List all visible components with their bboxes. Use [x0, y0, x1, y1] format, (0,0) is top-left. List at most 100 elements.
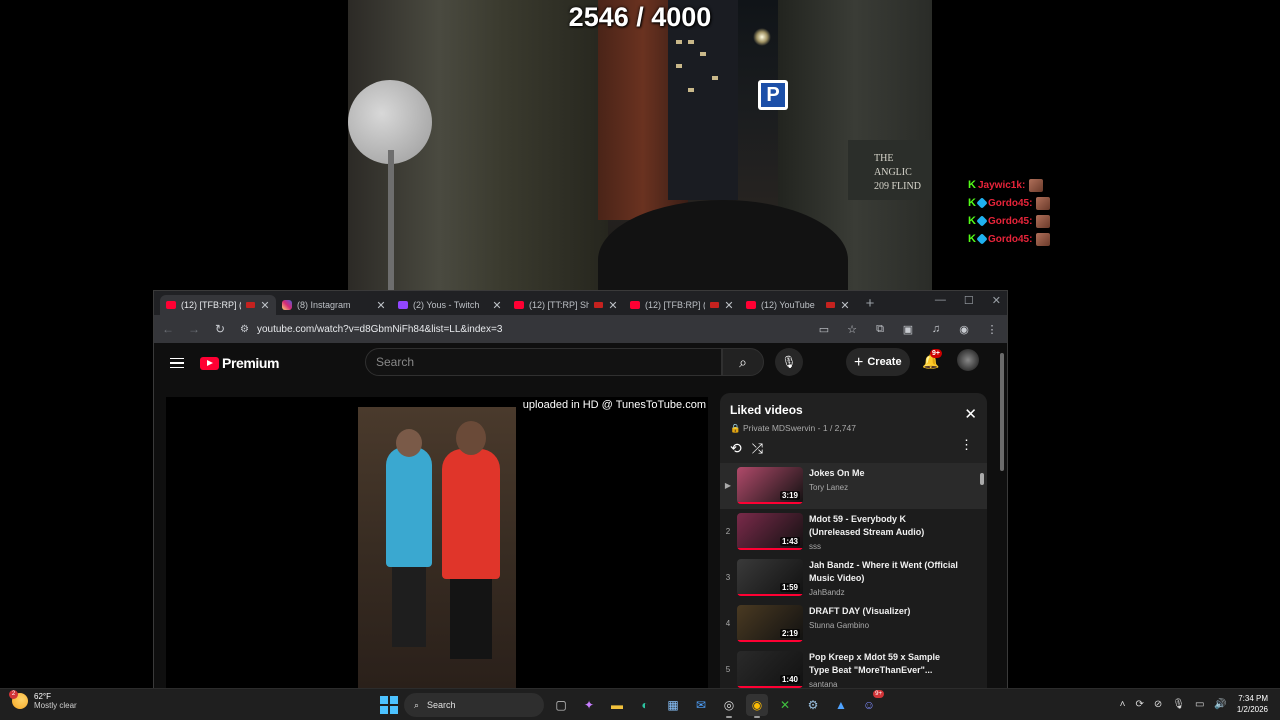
playlist-item-channel[interactable]: Stunna Gambino: [809, 621, 959, 630]
playlist-item-index: ▶: [724, 481, 732, 490]
close-tab-icon[interactable]: ✕: [840, 299, 850, 312]
playlist-item[interactable]: 5 1:40 Pop Kreep x Mdot 59 x Sample Type B…: [720, 647, 987, 689]
playlist-header: Liked videos 🔒 Private MDSwervin - 1 / 2…: [720, 393, 987, 463]
new-tab-button[interactable]: +: [860, 295, 880, 312]
url-field[interactable]: ⚙ youtube.com/watch?v=d8GbmNiFh84&list=L…: [240, 324, 803, 335]
reload-icon[interactable]: ↻: [214, 322, 226, 336]
playlist-owner[interactable]: MDSwervin: [772, 423, 815, 433]
recording-icon: [246, 302, 255, 308]
search-input[interactable]: Search: [365, 348, 722, 376]
store-icon[interactable]: ▦: [662, 694, 684, 716]
browser-tab[interactable]: (8) Instagram ✕: [276, 295, 392, 315]
playlist-scrollbar[interactable]: [979, 463, 985, 689]
volume-icon[interactable]: 🔊: [1214, 699, 1226, 710]
obs-icon[interactable]: ◎: [718, 694, 740, 718]
clock-time: 7:34 PM: [1238, 694, 1268, 703]
weather-condition: Mostly clear: [34, 701, 77, 710]
edge-icon[interactable]: ◐: [634, 694, 656, 716]
playlist-item[interactable]: 3 1:59 Jah Bandz - Where it Went (Official…: [720, 555, 987, 601]
youtube-premium-logo[interactable]: Premium: [200, 355, 280, 371]
forward-arrow-icon[interactable]: →: [188, 322, 200, 336]
task-view-icon[interactable]: ▢: [550, 694, 572, 716]
playlist-title[interactable]: Liked videos: [730, 403, 977, 417]
create-button[interactable]: + Create: [846, 348, 910, 376]
chrome-icon[interactable]: ◉: [746, 694, 768, 718]
mail-icon[interactable]: ✉: [690, 694, 712, 716]
sub-badge-icon: [976, 233, 988, 245]
playlist-item[interactable]: 2 1:43 Mdot 59 - Everybody K (Unreleased S…: [720, 509, 987, 555]
playlist-sep: -: [817, 423, 821, 433]
search-icon[interactable]: ⌕: [722, 348, 764, 376]
playlist-item-channel[interactable]: sss: [809, 542, 959, 551]
browser-menu-icon[interactable]: ⋮: [985, 323, 999, 336]
steam-icon[interactable]: ⚙: [802, 694, 824, 716]
microphone-icon[interactable]: 🎙: [775, 348, 803, 376]
close-tab-icon[interactable]: ✕: [608, 299, 618, 312]
windows-start-icon[interactable]: [380, 696, 398, 714]
playlist-item-thumbnail[interactable]: 1:40: [737, 651, 803, 688]
hamburger-menu-icon[interactable]: [170, 355, 184, 372]
playlist-subtitle: 🔒 Private MDSwervin - 1 / 2,747: [730, 423, 977, 434]
profile-icon[interactable]: ◉: [957, 323, 971, 336]
temperature: 62°F: [34, 692, 51, 701]
playlist-item[interactable]: ▶ 3:19 Jokes On Me Tory Lanez: [720, 463, 987, 509]
close-tab-icon[interactable]: ✕: [724, 299, 734, 312]
parking-sign: P: [758, 80, 788, 110]
playlist-item-channel[interactable]: JahBandz: [809, 588, 959, 597]
microphone-tray-icon[interactable]: 🎙: [1172, 699, 1185, 710]
extensions-icon[interactable]: ⧉: [873, 323, 887, 336]
goal-counter: 2546 / 4000: [568, 2, 712, 32]
close-tab-icon[interactable]: ✕: [260, 299, 270, 312]
playlist-item-title[interactable]: Pop Kreep x Mdot 59 x Sample Type Beat "…: [809, 651, 959, 677]
minimize-icon[interactable]: —: [935, 294, 946, 307]
copilot-icon[interactable]: ✦: [578, 694, 600, 716]
browser-tab[interactable]: (12) [TT:RP] Sh ✕: [508, 295, 624, 315]
cast-icon[interactable]: ▭: [817, 323, 831, 336]
avatar[interactable]: [957, 349, 979, 371]
media-controls-icon[interactable]: ♫: [929, 323, 943, 335]
playlist-item-thumbnail[interactable]: 1:59: [737, 559, 803, 596]
playlist-item-title[interactable]: Jokes On Me: [809, 467, 959, 480]
browser-tab[interactable]: (2) Yous - Twitch ✕: [392, 295, 508, 315]
browser-tab[interactable]: (12) [TFB:RP] (K ✕: [624, 295, 740, 315]
close-icon[interactable]: ✕: [964, 405, 977, 423]
file-explorer-icon[interactable]: ▬: [606, 694, 628, 716]
playlist-item-title[interactable]: Mdot 59 - Everybody K (Unreleased Stream…: [809, 513, 959, 539]
back-arrow-icon[interactable]: ←: [162, 322, 174, 336]
chevron-up-icon[interactable]: ˄: [1120, 699, 1126, 710]
network-icon[interactable]: ▭: [1195, 699, 1204, 710]
discord-icon[interactable]: ☺ 9+: [858, 690, 884, 716]
browser-tab[interactable]: (12) YouTube ✕: [740, 295, 856, 315]
more-options-icon[interactable]: ⋮: [960, 437, 973, 453]
weather-widget[interactable]: 2 62°F Mostly clear: [9, 690, 77, 710]
shuffle-icon[interactable]: ⤮: [752, 440, 763, 457]
watch-progress: [737, 640, 803, 642]
playlist-item-thumbnail[interactable]: 2:19: [737, 605, 803, 642]
sign-pole: [388, 150, 394, 290]
loop-icon[interactable]: ⟲: [730, 440, 742, 457]
close-window-icon[interactable]: ✕: [992, 294, 1001, 307]
playlist-item-channel[interactable]: Tory Lanez: [809, 483, 959, 492]
close-tab-icon[interactable]: ✕: [492, 299, 502, 312]
playlist-item-thumbnail[interactable]: 1:43: [737, 513, 803, 550]
photos-icon[interactable]: ▲: [830, 694, 852, 716]
xbox-icon[interactable]: ✕: [774, 694, 796, 716]
playlist-item[interactable]: 4 2:19 DRAFT DAY (Visualizer) Stunna Gambin…: [720, 601, 987, 647]
site-info-icon[interactable]: ⚙: [240, 324, 249, 335]
browser-tab[interactable]: (12) [TFB:RP] (K ✕: [160, 295, 276, 315]
chat-separator: :: [1021, 179, 1026, 191]
video-player[interactable]: uploaded in HD @ TunesToTube.com: [166, 397, 708, 689]
plus-icon: +: [854, 354, 864, 371]
clock[interactable]: 7:34 PM 1/2/2026: [1237, 693, 1268, 715]
bookmark-star-icon[interactable]: ☆: [845, 323, 859, 336]
maximize-icon[interactable]: ☐: [964, 294, 974, 307]
taskbar-search[interactable]: ⌕ Search: [404, 693, 544, 717]
page-scrollbar[interactable]: [999, 343, 1005, 689]
playlist-item-thumbnail[interactable]: 3:19: [737, 467, 803, 504]
tab-search-icon[interactable]: ▣: [901, 323, 915, 336]
playlist-item-title[interactable]: DRAFT DAY (Visualizer): [809, 605, 959, 618]
sync-icon[interactable]: ⟳: [1135, 699, 1143, 710]
vpn-icon[interactable]: ⊘: [1154, 699, 1162, 710]
playlist-item-title[interactable]: Jah Bandz - Where it Went (Official Musi…: [809, 559, 959, 585]
close-tab-icon[interactable]: ✕: [376, 299, 386, 312]
